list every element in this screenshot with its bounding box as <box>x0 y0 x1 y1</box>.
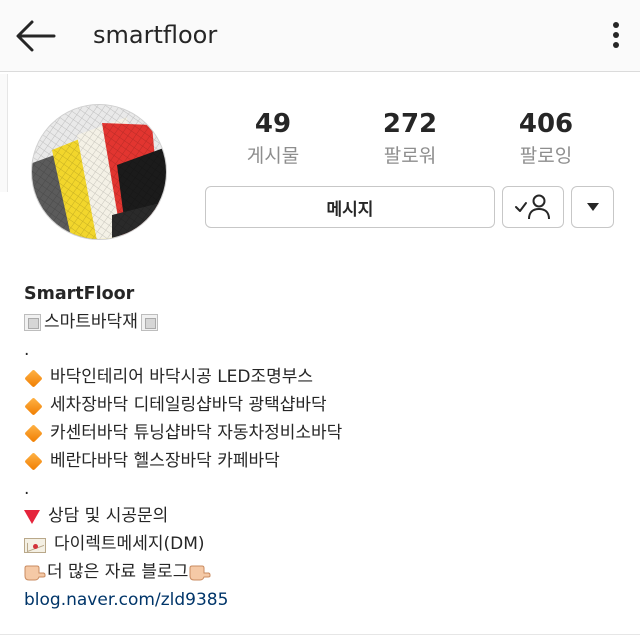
top-bar: smartfloor <box>0 0 640 72</box>
profile-bio: SmartFloor 스마트바닥재 . 바닥인테리어 바닥시공 LED조명부스 … <box>24 281 624 615</box>
divider <box>0 634 640 635</box>
orange-diamond-icon <box>24 424 43 444</box>
bio-blog-text: 더 많은 자료 블로그 <box>47 561 189 582</box>
kebab-menu-icon <box>613 22 619 48</box>
bio-item: 세차장바닥 디테일링샵바닥 광택샵바닥 <box>24 392 624 420</box>
pointing-down-hand-icon <box>189 564 211 582</box>
floor-tiles-image <box>32 105 166 239</box>
pointing-down-hand-icon <box>24 564 46 582</box>
following-status-button[interactable] <box>502 186 564 228</box>
person-check-icon <box>515 194 550 220</box>
orange-diamond-icon <box>24 396 43 416</box>
following-stat[interactable]: 406 팔로잉 <box>491 108 601 170</box>
message-button[interactable]: 메시지 <box>205 186 495 228</box>
bio-item-text: 베란다바닥 헬스장바닥 카페바닥 <box>50 450 280 471</box>
followers-count: 272 <box>382 109 438 139</box>
bio-blog-line: 더 많은 자료 블로그 <box>24 559 624 587</box>
square-icon <box>140 314 158 332</box>
orange-diamond-icon <box>24 369 43 388</box>
bio-item: 베란다바닥 헬스장바닥 카페바닥 <box>24 448 624 476</box>
bio-dot: . <box>24 478 30 499</box>
followers-label: 팔로워 <box>383 145 437 167</box>
arrow-left-icon <box>16 20 56 52</box>
bio-consult: 상담 및 시공문의 <box>48 506 169 527</box>
posts-count: 49 <box>254 109 292 139</box>
bio-item: 바닥인테리어 바닥시공 LED조명부스 <box>24 364 624 392</box>
bio-item-text: 카센터바닥 튜닝샵바닥 자동차정비소바닥 <box>50 422 343 443</box>
following-label: 팔로잉 <box>519 145 573 167</box>
back-button[interactable] <box>14 18 56 54</box>
posts-label: 게시물 <box>246 145 300 167</box>
posts-stat[interactable]: 49 게시물 <box>218 108 328 170</box>
red-triangle-down-icon <box>24 510 40 525</box>
bio-dm-line: 다이렉트메세지(DM) <box>24 531 624 559</box>
bio-item-text: 세차장바닥 디테일링샵바닥 광택샵바닥 <box>50 395 327 416</box>
profile-username: smartfloor <box>93 21 218 49</box>
square-icon <box>24 314 41 332</box>
caret-down-icon <box>586 203 599 211</box>
bio-tagline-line: 스마트바닥재 <box>24 309 624 337</box>
more-options-button[interactable] <box>610 18 622 54</box>
following-count: 406 <box>518 109 574 139</box>
bio-website-link[interactable]: blog.naver.com/zld9385 <box>24 587 624 615</box>
bio-dot: . <box>24 339 30 360</box>
envelope-icon <box>24 537 46 553</box>
bio-dm: 다이렉트메세지(DM) <box>54 534 205 555</box>
avatar[interactable] <box>31 104 167 240</box>
side-edge <box>0 74 8 192</box>
bio-tagline: 스마트바닥재 <box>44 311 138 332</box>
orange-diamond-icon <box>24 452 43 471</box>
bio-item-text: 바닥인테리어 바닥시공 LED조명부스 <box>50 367 314 388</box>
bio-item: 카센터바닥 튜닝샵바닥 자동차정비소바닥 <box>24 420 624 448</box>
followers-stat[interactable]: 272 팔로워 <box>355 108 465 170</box>
bio-name: SmartFloor <box>24 284 135 304</box>
bio-consult-line: 상담 및 시공문의 <box>24 503 624 531</box>
suggestions-dropdown-button[interactable] <box>571 186 614 228</box>
